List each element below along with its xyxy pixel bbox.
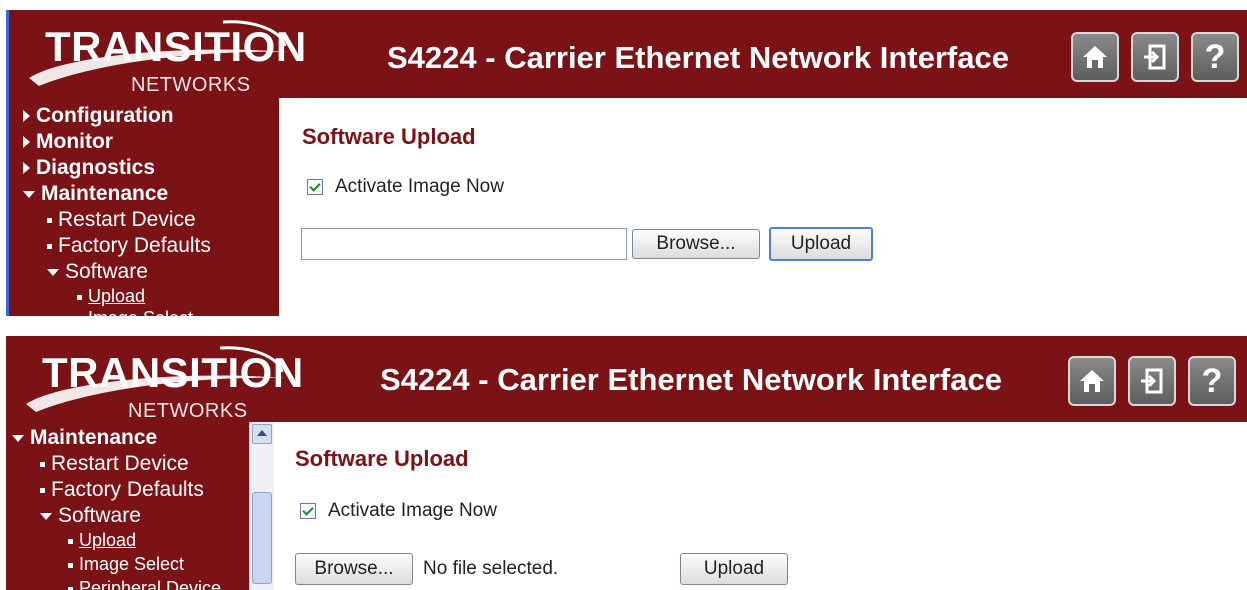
header-banner: TRANSITION NETWORKS S4224 - Carrier Ethe… xyxy=(9,10,1247,98)
sidebar-item-image-select[interactable]: Image Select xyxy=(68,554,184,575)
scroll-up-icon[interactable] xyxy=(252,424,272,444)
no-file-status: No file selected. xyxy=(423,558,559,579)
collapse-arrow-icon xyxy=(23,190,35,198)
expand-arrow-icon xyxy=(23,110,30,123)
activate-image-row: Activate Image Now xyxy=(300,500,497,522)
activate-image-label: Activate Image Now xyxy=(328,500,497,521)
logout-icon[interactable] xyxy=(1128,356,1176,406)
collapse-arrow-icon xyxy=(47,268,59,276)
sidebar-menu: Maintenance Restart Device Factory Defau… xyxy=(6,422,249,590)
sidebar-item-maintenance[interactable]: Maintenance xyxy=(12,426,157,450)
home-icon[interactable] xyxy=(1071,32,1119,82)
page-heading: Software Upload xyxy=(295,446,469,471)
sidebar-item-software[interactable]: Software xyxy=(40,504,141,528)
transition-networks-logo: TRANSITION NETWORKS xyxy=(23,16,306,96)
bullet-icon xyxy=(68,562,73,568)
transition-networks-logo: TRANSITION NETWORKS xyxy=(20,342,303,422)
bullet-icon xyxy=(47,217,52,223)
logout-icon[interactable] xyxy=(1131,32,1179,82)
sidebar-item-factory-defaults[interactable]: Factory Defaults xyxy=(47,234,211,258)
activate-image-row: Activate Image Now xyxy=(307,176,504,198)
expand-arrow-icon xyxy=(23,136,30,149)
bullet-icon xyxy=(68,538,73,544)
sidebar-item-upload[interactable]: Upload xyxy=(68,530,136,551)
help-icon[interactable]: ? xyxy=(1191,32,1239,82)
activate-image-checkbox[interactable] xyxy=(300,503,316,519)
activate-image-label: Activate Image Now xyxy=(335,176,504,197)
page-title: S4224 - Carrier Ethernet Network Interfa… xyxy=(387,40,1009,75)
browse-button[interactable]: Browse... xyxy=(295,553,413,585)
upload-button[interactable]: Upload xyxy=(680,553,788,585)
logo-wordmark: TRANSITION xyxy=(45,23,307,70)
sidebar-item-software[interactable]: Software xyxy=(47,260,148,284)
bullet-icon xyxy=(40,487,45,493)
scroll-thumb[interactable] xyxy=(252,492,272,584)
sidebar-item-diagnostics[interactable]: Diagnostics xyxy=(23,156,155,180)
sidebar-item-upload[interactable]: Upload xyxy=(77,286,145,307)
sidebar-item-monitor[interactable]: Monitor xyxy=(23,130,113,154)
logo-subtitle: NETWORKS xyxy=(131,74,251,96)
file-path-input[interactable] xyxy=(301,228,627,260)
logo-wordmark: TRANSITION xyxy=(42,349,304,396)
top-screenshot-panel: TRANSITION NETWORKS S4224 - Carrier Ethe… xyxy=(6,10,1247,316)
sidebar-item-configuration[interactable]: Configuration xyxy=(23,104,174,128)
bottom-screenshot-panel: TRANSITION NETWORKS S4224 - Carrier Ethe… xyxy=(6,336,1247,590)
sidebar-scrollbar[interactable] xyxy=(249,422,274,590)
sidebar-item-restart-device[interactable]: Restart Device xyxy=(47,208,196,232)
upload-button[interactable]: Upload xyxy=(769,227,873,261)
sidebar-item-maintenance[interactable]: Maintenance xyxy=(23,182,168,206)
collapse-arrow-icon xyxy=(12,434,24,442)
bullet-icon xyxy=(47,243,52,249)
bullet-icon xyxy=(77,294,82,300)
help-icon[interactable]: ? xyxy=(1188,356,1236,406)
sidebar-item-peripheral-device[interactable]: Peripheral Device xyxy=(68,578,221,590)
page-title: S4224 - Carrier Ethernet Network Interfa… xyxy=(380,362,1002,397)
sidebar-item-factory-defaults[interactable]: Factory Defaults xyxy=(40,478,204,502)
sidebar-menu: Configuration Monitor Diagnostics Mainte… xyxy=(9,98,279,316)
logo-subtitle: NETWORKS xyxy=(128,400,248,422)
page-heading: Software Upload xyxy=(302,124,476,149)
browse-button[interactable]: Browse... xyxy=(632,229,760,259)
collapse-arrow-icon xyxy=(40,512,52,520)
home-icon[interactable] xyxy=(1068,356,1116,406)
sidebar-item-restart-device[interactable]: Restart Device xyxy=(40,452,189,476)
expand-arrow-icon xyxy=(23,162,30,175)
activate-image-checkbox[interactable] xyxy=(307,179,323,195)
header-banner: TRANSITION NETWORKS S4224 - Carrier Ethe… xyxy=(6,336,1247,422)
bullet-icon xyxy=(40,461,45,467)
sidebar-item-image-select[interactable]: Image Select xyxy=(77,308,193,316)
